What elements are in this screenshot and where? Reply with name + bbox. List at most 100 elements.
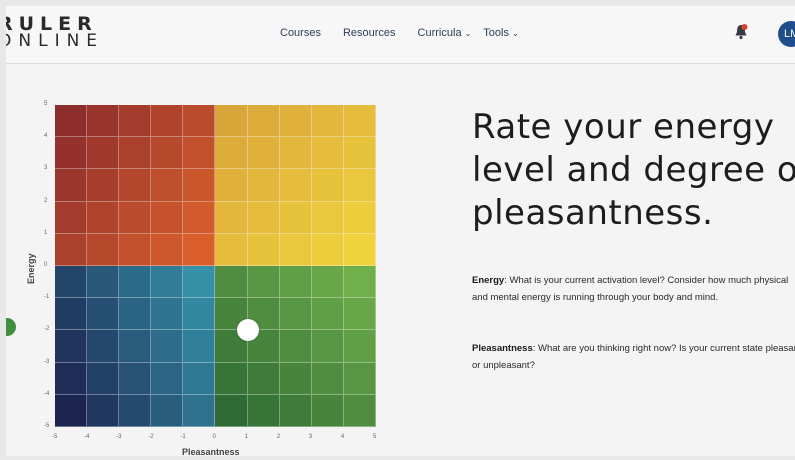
mood-cell[interactable]	[151, 298, 184, 331]
mood-cell[interactable]	[343, 169, 376, 202]
mood-cell[interactable]	[247, 266, 280, 299]
mood-cell[interactable]	[311, 266, 344, 299]
mood-cell[interactable]	[279, 330, 312, 363]
mood-cell[interactable]	[311, 394, 344, 427]
mood-cell[interactable]	[279, 201, 312, 234]
mood-cell[interactable]	[247, 137, 280, 170]
mood-cell[interactable]	[55, 298, 88, 331]
mood-cell[interactable]	[279, 105, 312, 138]
mood-cell[interactable]	[55, 169, 88, 202]
mood-meter-grid[interactable]	[55, 105, 376, 427]
mood-cell[interactable]	[151, 266, 184, 299]
mood-cell[interactable]	[151, 169, 184, 202]
mood-cell[interactable]	[55, 266, 88, 299]
mood-cell[interactable]	[87, 298, 120, 331]
mood-cell[interactable]	[343, 201, 376, 234]
mood-cell[interactable]	[215, 233, 248, 266]
mood-cell[interactable]	[279, 233, 312, 266]
nav-courses[interactable]: Courses	[280, 27, 321, 39]
mood-cell[interactable]	[279, 137, 312, 170]
mood-cell[interactable]	[87, 137, 120, 170]
selection-marker[interactable]	[236, 319, 259, 342]
mood-cell[interactable]	[183, 394, 216, 427]
mood-cell[interactable]	[87, 169, 120, 202]
mood-cell[interactable]	[183, 330, 216, 363]
mood-cell[interactable]	[151, 137, 184, 170]
mood-cell[interactable]	[55, 105, 88, 138]
mood-cell[interactable]	[183, 105, 216, 138]
mood-cell[interactable]	[247, 362, 280, 395]
mood-cell[interactable]	[55, 330, 88, 363]
mood-cell[interactable]	[87, 394, 120, 427]
mood-cell[interactable]	[87, 330, 120, 363]
mood-cell[interactable]	[183, 266, 216, 299]
mood-cell[interactable]	[343, 298, 376, 331]
mood-cell[interactable]	[279, 298, 312, 331]
mood-cell[interactable]	[119, 105, 152, 138]
mood-cell[interactable]	[279, 169, 312, 202]
mood-cell[interactable]	[87, 201, 120, 234]
mood-cell[interactable]	[247, 394, 280, 427]
mood-cell[interactable]	[119, 201, 152, 234]
mood-cell[interactable]	[279, 362, 312, 395]
mood-cell[interactable]	[119, 266, 152, 299]
user-avatar[interactable]: LM	[778, 21, 795, 47]
mood-cell[interactable]	[311, 330, 344, 363]
mood-cell[interactable]	[119, 169, 152, 202]
mood-cell[interactable]	[343, 362, 376, 395]
notification-bell-icon[interactable]	[734, 24, 748, 40]
mood-cell[interactable]	[119, 298, 152, 331]
mood-cell[interactable]	[311, 233, 344, 266]
mood-cell[interactable]	[55, 201, 88, 234]
mood-cell[interactable]	[343, 105, 376, 138]
mood-cell[interactable]	[55, 233, 88, 266]
mood-cell[interactable]	[311, 201, 344, 234]
mood-cell[interactable]	[55, 137, 88, 170]
mood-cell[interactable]	[215, 201, 248, 234]
mood-cell[interactable]	[247, 105, 280, 138]
mood-cell[interactable]	[151, 233, 184, 266]
mood-cell[interactable]	[247, 201, 280, 234]
mood-cell[interactable]	[279, 266, 312, 299]
mood-cell[interactable]	[215, 394, 248, 427]
mood-cell[interactable]	[151, 362, 184, 395]
mood-cell[interactable]	[343, 330, 376, 363]
mood-cell[interactable]	[343, 233, 376, 266]
mood-cell[interactable]	[55, 394, 88, 427]
mood-cell[interactable]	[151, 394, 184, 427]
mood-cell[interactable]	[311, 362, 344, 395]
mood-cell[interactable]	[215, 362, 248, 395]
mood-cell[interactable]	[279, 394, 312, 427]
mood-cell[interactable]	[215, 169, 248, 202]
mood-cell[interactable]	[87, 105, 120, 138]
mood-cell[interactable]	[87, 233, 120, 266]
ruler-online-logo[interactable]: RULER ONLINE	[6, 15, 104, 50]
mood-cell[interactable]	[311, 169, 344, 202]
mood-cell[interactable]	[183, 201, 216, 234]
mood-cell[interactable]	[119, 233, 152, 266]
nav-resources[interactable]: Resources	[343, 27, 396, 39]
nav-tools[interactable]: Tools ⌄	[483, 27, 518, 39]
mood-cell[interactable]	[87, 266, 120, 299]
nav-curricula[interactable]: Curricula ⌄	[418, 27, 472, 39]
mood-cell[interactable]	[183, 137, 216, 170]
mood-cell[interactable]	[311, 137, 344, 170]
mood-cell[interactable]	[151, 330, 184, 363]
mood-cell[interactable]	[119, 362, 152, 395]
mood-cell[interactable]	[183, 169, 216, 202]
mood-cell[interactable]	[215, 105, 248, 138]
mood-cell[interactable]	[55, 362, 88, 395]
mood-cell[interactable]	[151, 201, 184, 234]
side-drawer-handle[interactable]	[6, 318, 16, 336]
mood-cell[interactable]	[183, 233, 216, 266]
mood-cell[interactable]	[215, 137, 248, 170]
mood-cell[interactable]	[311, 105, 344, 138]
mood-cell[interactable]	[247, 169, 280, 202]
mood-cell[interactable]	[183, 362, 216, 395]
mood-cell[interactable]	[183, 298, 216, 331]
mood-cell[interactable]	[215, 266, 248, 299]
mood-cell[interactable]	[87, 362, 120, 395]
mood-cell[interactable]	[119, 330, 152, 363]
mood-cell[interactable]	[247, 233, 280, 266]
mood-cell[interactable]	[151, 105, 184, 138]
